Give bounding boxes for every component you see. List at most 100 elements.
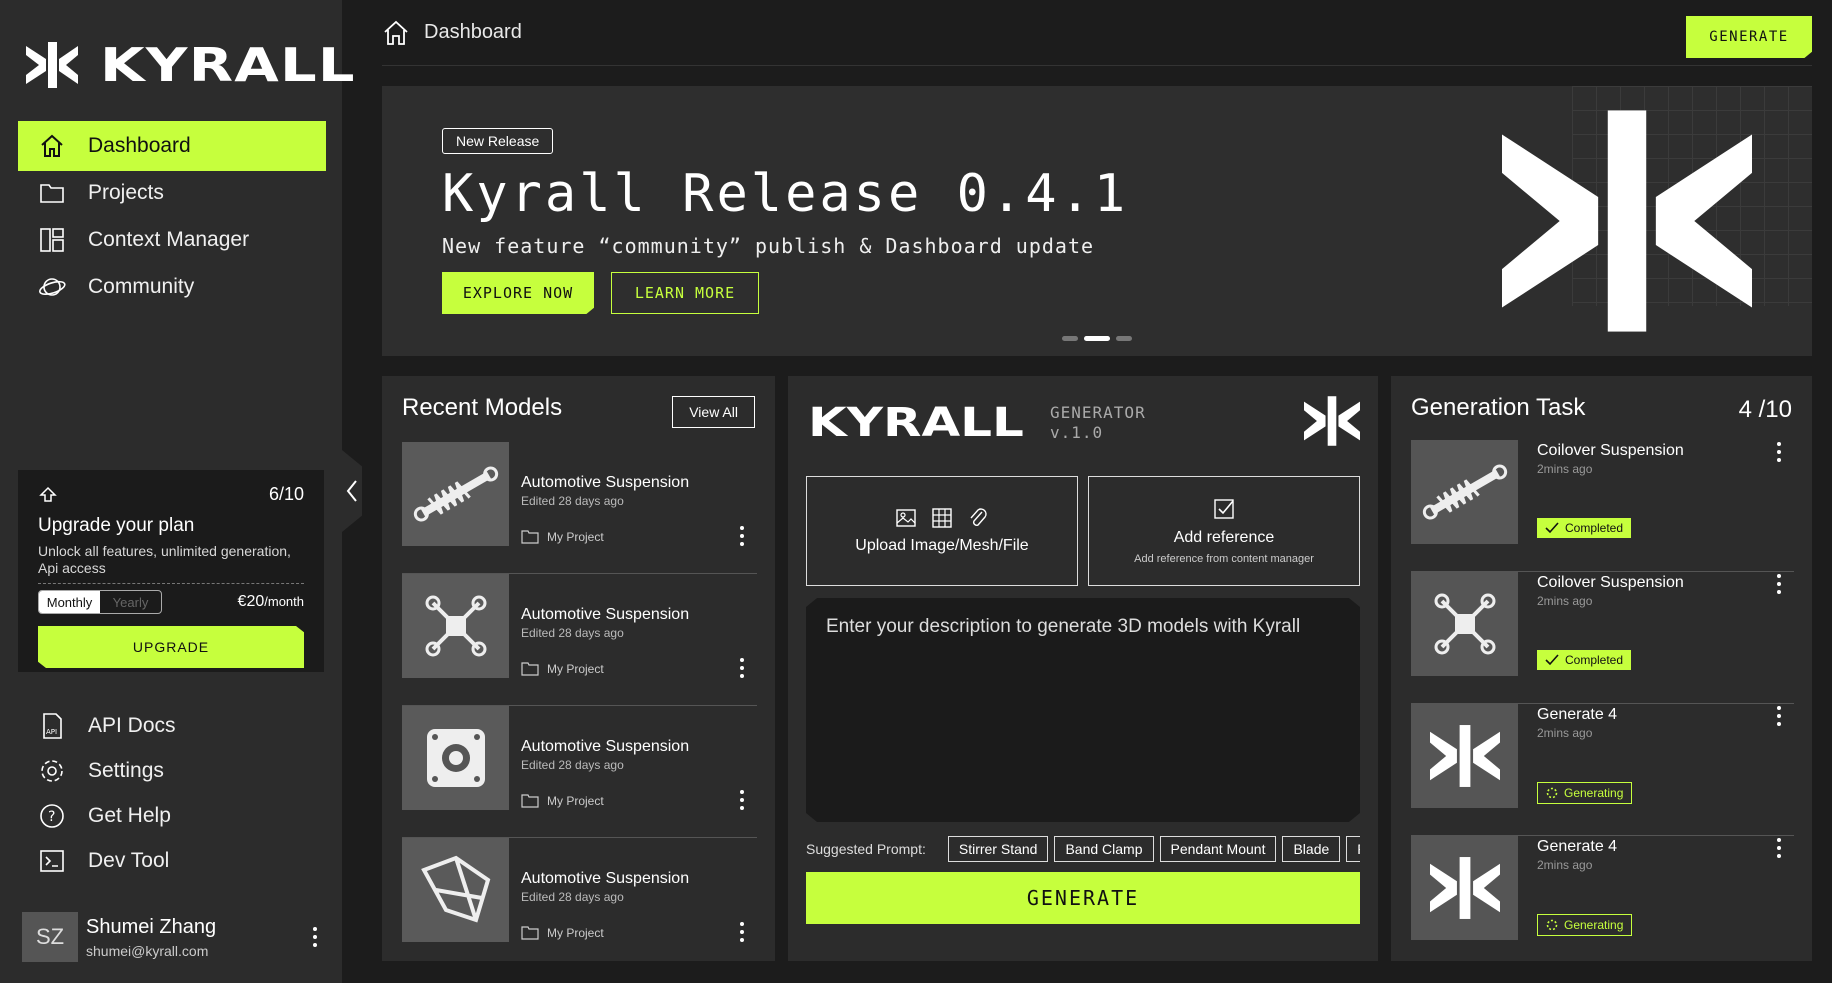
task-menu-icon[interactable]: [1774, 838, 1784, 858]
model-card[interactable]: Automotive Suspension Edited 28 days ago…: [402, 838, 757, 970]
folder-icon: [521, 794, 539, 808]
task-thumbnail: [1411, 836, 1518, 940]
nav-label: API Docs: [88, 714, 176, 737]
task-item[interactable]: Generate 4 2mins ago Generating: [1411, 836, 1794, 968]
add-reference-box[interactable]: Add reference Add reference from content…: [1088, 476, 1360, 586]
model-card[interactable]: Automotive Suspension Edited 28 days ago…: [402, 442, 757, 574]
task-time: 2mins ago: [1537, 858, 1593, 872]
home-icon[interactable]: [382, 19, 410, 47]
nav-settings[interactable]: Settings: [18, 747, 326, 795]
layout-icon: [40, 228, 64, 252]
billing-toggle[interactable]: Monthly Yearly: [38, 590, 162, 614]
model-menu-icon[interactable]: [737, 526, 747, 546]
suggested-prompts: Suggested Prompt: Stirrer Stand Band Cla…: [806, 836, 1360, 862]
task-item[interactable]: Generate 4 2mins ago Generating: [1411, 704, 1794, 836]
suspension-icon: [413, 466, 498, 522]
sidebar-collapse-button[interactable]: [342, 450, 362, 532]
avatar[interactable]: SZ: [22, 912, 78, 962]
learn-more-button[interactable]: LEARN MORE: [611, 272, 759, 314]
prompt-chip[interactable]: P: [1346, 836, 1360, 862]
status-badge: Generating: [1537, 914, 1633, 936]
task-time: 2mins ago: [1537, 594, 1593, 608]
status-badge: Completed: [1537, 650, 1632, 670]
model-thumbnail: [402, 574, 509, 678]
model-menu-icon[interactable]: [737, 790, 747, 810]
generate-button[interactable]: GENERATE: [806, 872, 1360, 924]
task-item[interactable]: Coilover Suspension 2mins ago Completed: [1411, 440, 1794, 572]
plan-price: €20/month: [237, 593, 304, 610]
nav-label: Community: [88, 275, 195, 298]
gear-icon: [41, 760, 63, 782]
help-icon: ?: [40, 804, 64, 828]
model-card[interactable]: Automotive Suspension Edited 28 days ago…: [402, 706, 757, 838]
prompt-chip[interactable]: Stirrer Stand: [947, 836, 1049, 862]
nav-dashboard[interactable]: Dashboard: [18, 121, 326, 171]
new-release-badge: New Release: [442, 128, 554, 154]
task-menu-icon[interactable]: [1774, 706, 1784, 726]
brand-logo[interactable]: KYRALL: [26, 42, 355, 88]
nav-context-manager[interactable]: Context Manager: [18, 215, 326, 265]
model-menu-icon[interactable]: [737, 658, 747, 678]
drone-frame-icon: [425, 595, 486, 657]
nav-dev-tool[interactable]: Dev Tool: [18, 837, 326, 885]
prompt-textarea[interactable]: Enter your description to generate 3D mo…: [806, 598, 1360, 822]
prompt-chip[interactable]: Blade: [1282, 836, 1341, 862]
toggle-yearly[interactable]: Yearly: [100, 591, 161, 613]
release-banner: New Release Kyrall Release 0.4.1 New fea…: [382, 86, 1812, 356]
prompt-chip[interactable]: Pendant Mount: [1159, 836, 1277, 862]
nav-community[interactable]: Community: [18, 262, 326, 312]
user-profile[interactable]: SZ Shumei Zhang shumei@kyrall.com: [22, 912, 320, 962]
explore-now-button[interactable]: EXPLORE NOW: [442, 272, 594, 314]
chevron-left-icon: [346, 480, 357, 502]
model-edited: Edited 28 days ago: [521, 494, 624, 508]
task-time: 2mins ago: [1537, 726, 1593, 740]
model-project[interactable]: My Project: [521, 926, 604, 940]
planet-icon: [39, 278, 66, 296]
nav-get-help[interactable]: ? Get Help: [18, 792, 326, 840]
generation-task-panel: Generation Task 4 /10 Coilover Suspensio…: [1391, 376, 1812, 961]
model-card[interactable]: Automotive Suspension Edited 28 days ago…: [402, 574, 757, 706]
model-project[interactable]: My Project: [521, 662, 604, 676]
generator-header: KYRALL GENERATOR v.1.0: [808, 400, 1146, 446]
svg-text:API: API: [46, 728, 57, 736]
nav-api-docs[interactable]: API API Docs: [18, 702, 326, 750]
carousel-dots[interactable]: [1062, 336, 1132, 341]
api-doc-icon: API: [43, 713, 62, 739]
task-name: Generate 4: [1537, 838, 1618, 855]
nav-label: Settings: [88, 759, 164, 782]
upload-dropzone[interactable]: Upload Image/Mesh/File: [806, 476, 1078, 586]
model-project[interactable]: My Project: [521, 794, 604, 808]
add-reference-subtitle: Add reference from content manager: [1134, 553, 1314, 565]
recent-models-panel: Recent Models View All Automotive Suspen…: [382, 376, 775, 961]
banner-subtitle: New feature “community” publish & Dashbo…: [442, 234, 1095, 258]
prompt-chip[interactable]: Band Clamp: [1054, 836, 1154, 862]
kyrall-mark-icon: [1502, 110, 1752, 332]
top-bar: Dashboard GENERATE: [382, 0, 1812, 66]
task-name: Generate 4: [1537, 706, 1618, 723]
suspension-icon: [1422, 464, 1507, 520]
nav-projects[interactable]: Projects: [18, 168, 326, 218]
model-project[interactable]: My Project: [521, 530, 604, 544]
model-edited: Edited 28 days ago: [521, 890, 624, 904]
task-menu-icon[interactable]: [1774, 574, 1784, 594]
task-name: Coilover Suspension: [1537, 574, 1684, 591]
home-icon: [41, 134, 63, 157]
main-nav: Dashboard Projects Context Manager Commu…: [18, 121, 326, 309]
model-menu-icon[interactable]: [737, 922, 747, 942]
task-count: 4 /10: [1738, 396, 1792, 423]
toggle-monthly[interactable]: Monthly: [39, 591, 100, 613]
nav-label: Dashboard: [88, 134, 191, 157]
nav-label: Context Manager: [88, 228, 250, 251]
folder-icon: [521, 530, 539, 544]
user-menu-icon[interactable]: [310, 927, 320, 947]
view-all-button[interactable]: View All: [672, 396, 755, 428]
header-generate-button[interactable]: GENERATE: [1686, 16, 1812, 58]
task-time: 2mins ago: [1537, 462, 1593, 476]
model-edited: Edited 28 days ago: [521, 626, 624, 640]
nav-label: Projects: [88, 181, 164, 204]
upgrade-button[interactable]: UPGRADE: [38, 626, 304, 668]
upgrade-title: Upgrade your plan: [38, 515, 195, 536]
task-item[interactable]: Coilover Suspension 2mins ago Completed: [1411, 572, 1794, 704]
drone-frame-icon: [1434, 593, 1495, 655]
task-menu-icon[interactable]: [1774, 442, 1784, 462]
